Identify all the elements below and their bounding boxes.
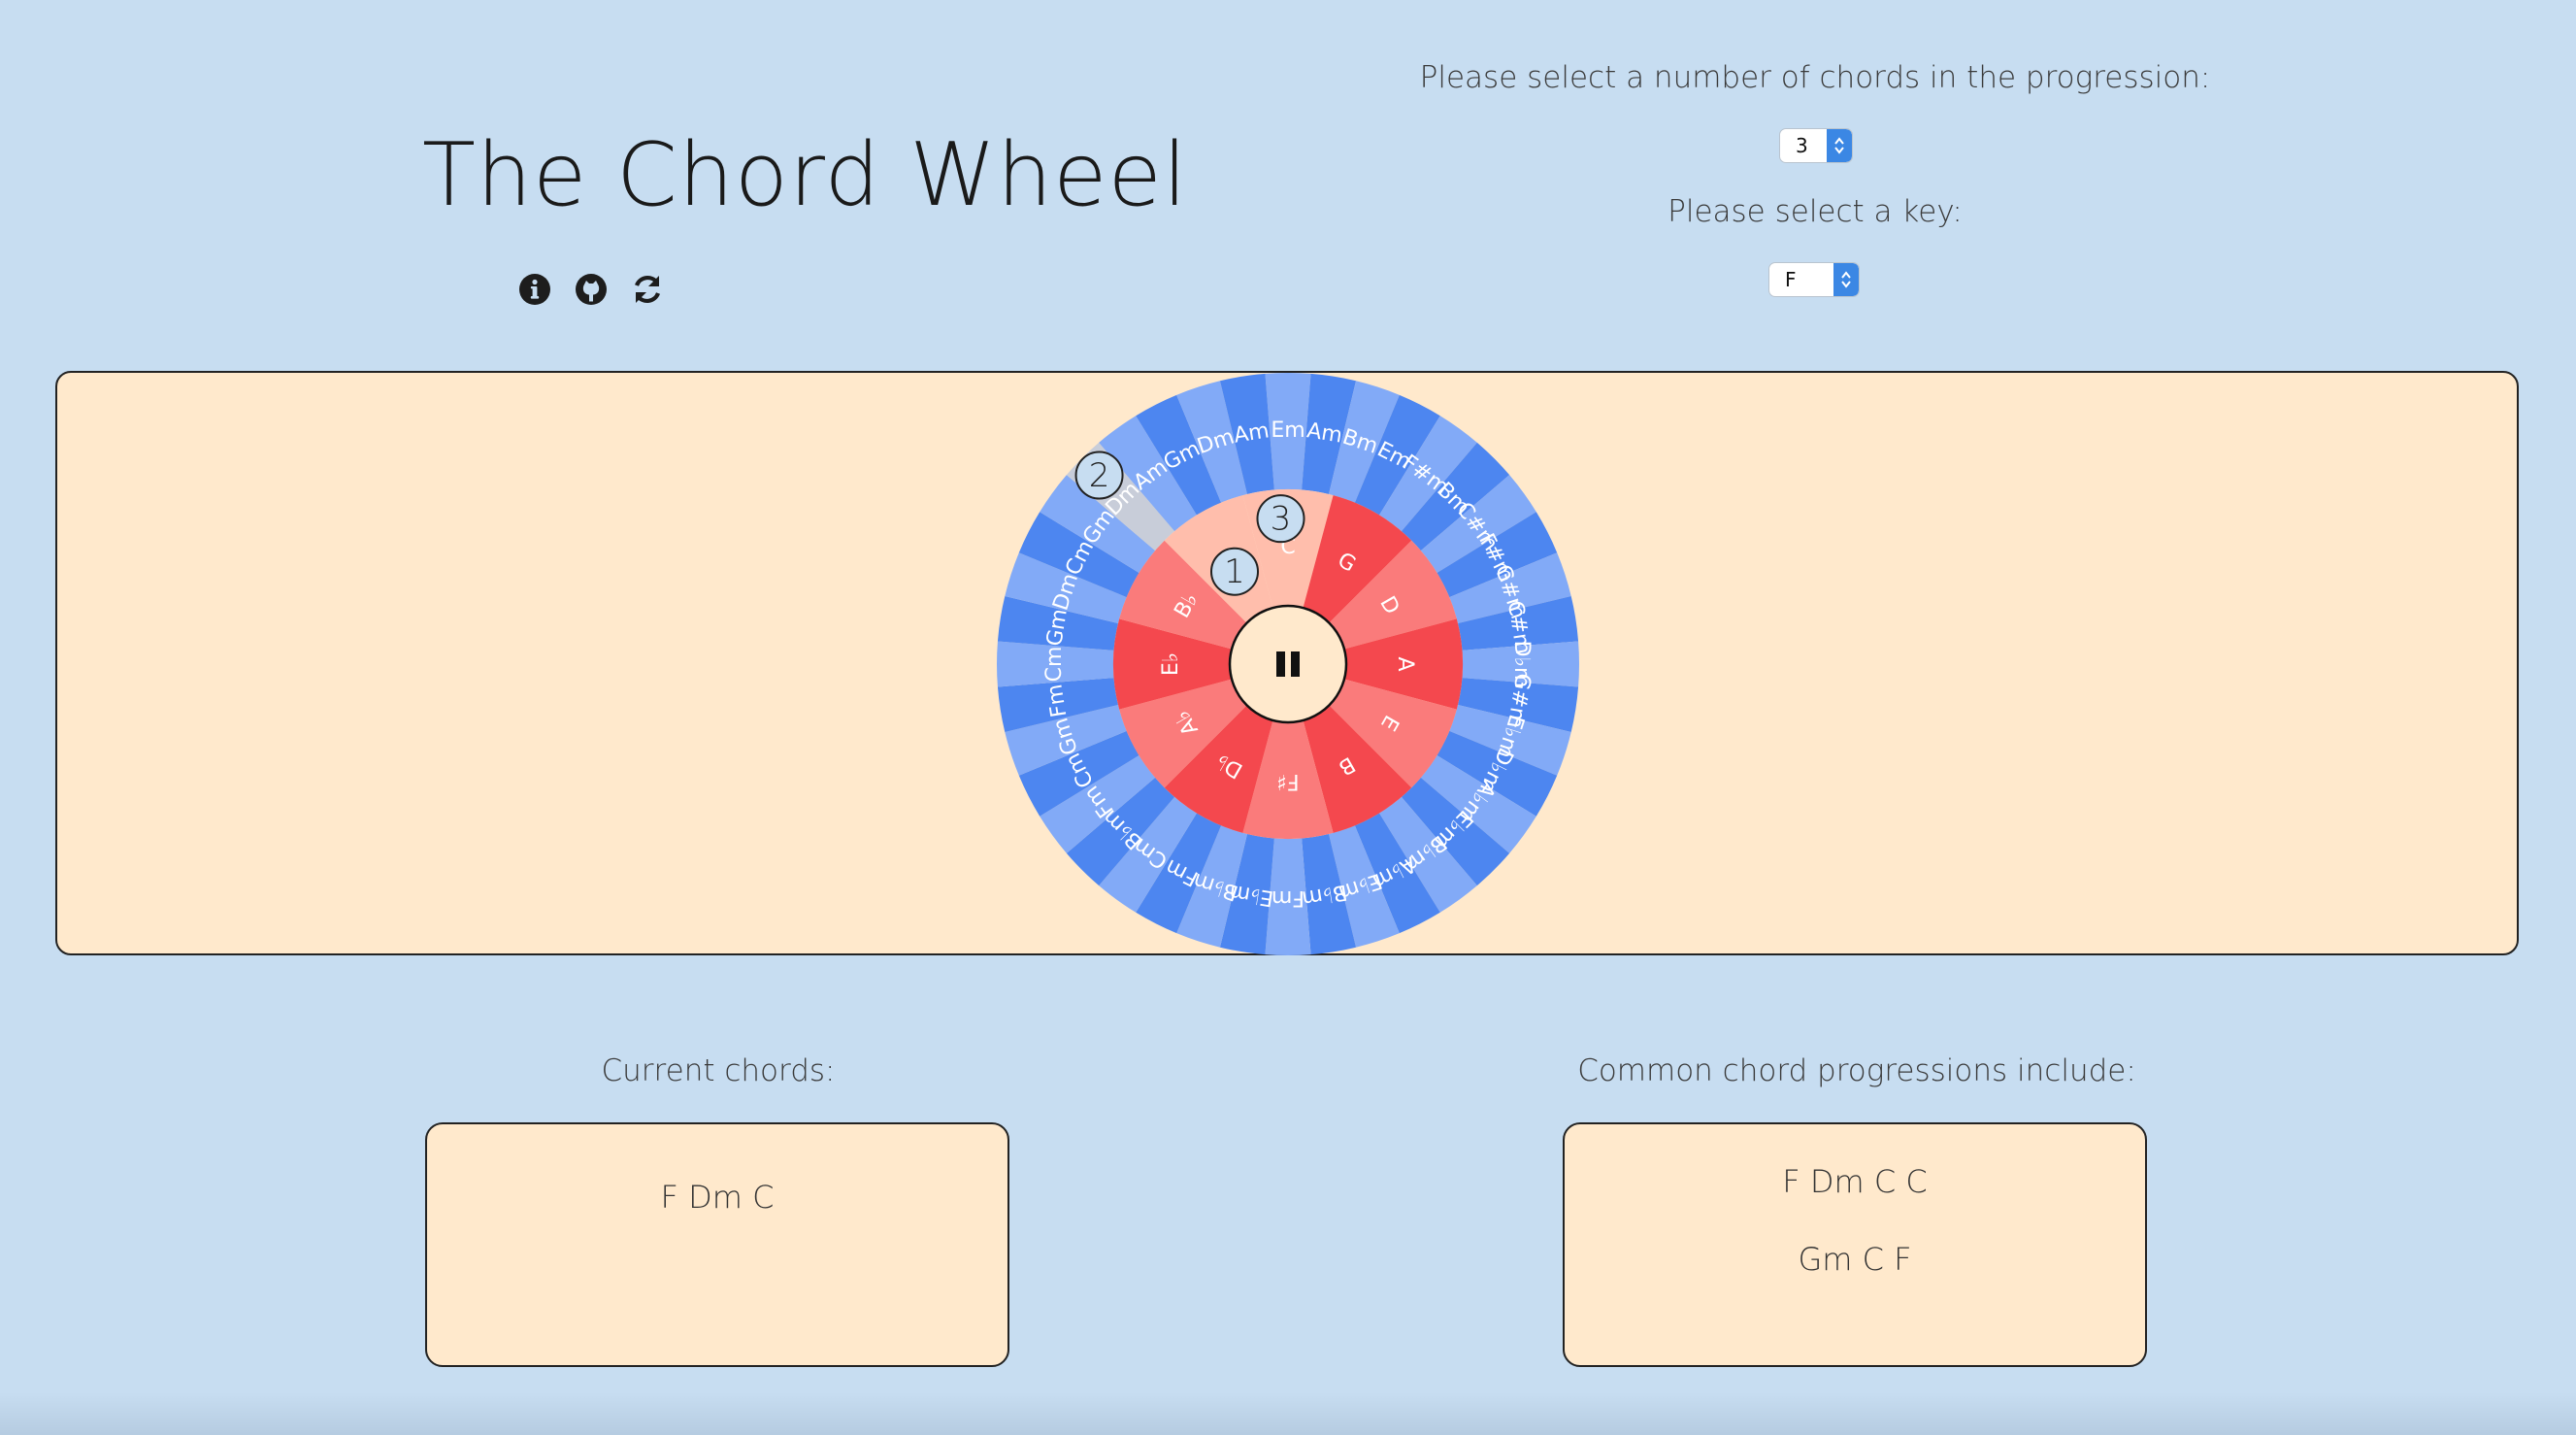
- svg-text:1: 1: [1224, 552, 1245, 591]
- progression-item: F Dm C C: [1782, 1163, 1928, 1200]
- inner-chord-label: A: [1393, 656, 1417, 671]
- header-icon-bar: [517, 272, 665, 307]
- select-arrows-icon: [1827, 129, 1852, 162]
- selection-marker: 2: [1074, 451, 1124, 500]
- github-icon[interactable]: [574, 272, 609, 307]
- selection-marker: 3: [1256, 494, 1305, 544]
- outer-chord-label: Fm: [1042, 683, 1072, 719]
- outer-chord-label: Fm: [1271, 885, 1305, 910]
- current-chords-label: Current chords:: [601, 1053, 836, 1088]
- chord-wheel: Em AmBmEmF#mBmC#mF#mG#mC#mD♭mG#mE♭mD♭mA♭m…: [997, 373, 1579, 956]
- common-progressions-label: Common chord progressions include:: [1577, 1053, 2136, 1088]
- svg-text:2: 2: [1089, 456, 1110, 495]
- selection-marker: 1: [1210, 547, 1259, 596]
- select-arrows-icon: [1833, 263, 1859, 296]
- bottom-shadow: [0, 1392, 2576, 1435]
- common-progressions-panel: F Dm C C Gm C F: [1563, 1122, 2147, 1367]
- refresh-icon[interactable]: [630, 272, 665, 307]
- key-select[interactable]: F: [1768, 262, 1860, 297]
- key-prompt: Please select a key:: [1668, 194, 1963, 229]
- info-icon[interactable]: [517, 272, 552, 307]
- inner-chord-label: E♭: [1159, 652, 1183, 676]
- inner-chord-label: F♯: [1276, 769, 1299, 793]
- num-chords-value: 3: [1796, 134, 1808, 157]
- num-chords-select[interactable]: 3: [1779, 128, 1853, 163]
- svg-text:3: 3: [1271, 500, 1292, 539]
- current-chords-text: F Dm C: [660, 1179, 775, 1216]
- outer-chord-label: Cm: [1042, 647, 1067, 683]
- key-value: F: [1785, 268, 1797, 291]
- current-chords-panel: F Dm C: [425, 1122, 1009, 1367]
- play-pause-button[interactable]: [1228, 604, 1348, 724]
- outer-chord-label: Em: [1271, 418, 1305, 443]
- num-chords-prompt: Please select a number of chords in the …: [1419, 60, 2211, 95]
- progression-item: Gm C F: [1798, 1241, 1912, 1278]
- page-title: The Chord Wheel: [422, 124, 1188, 226]
